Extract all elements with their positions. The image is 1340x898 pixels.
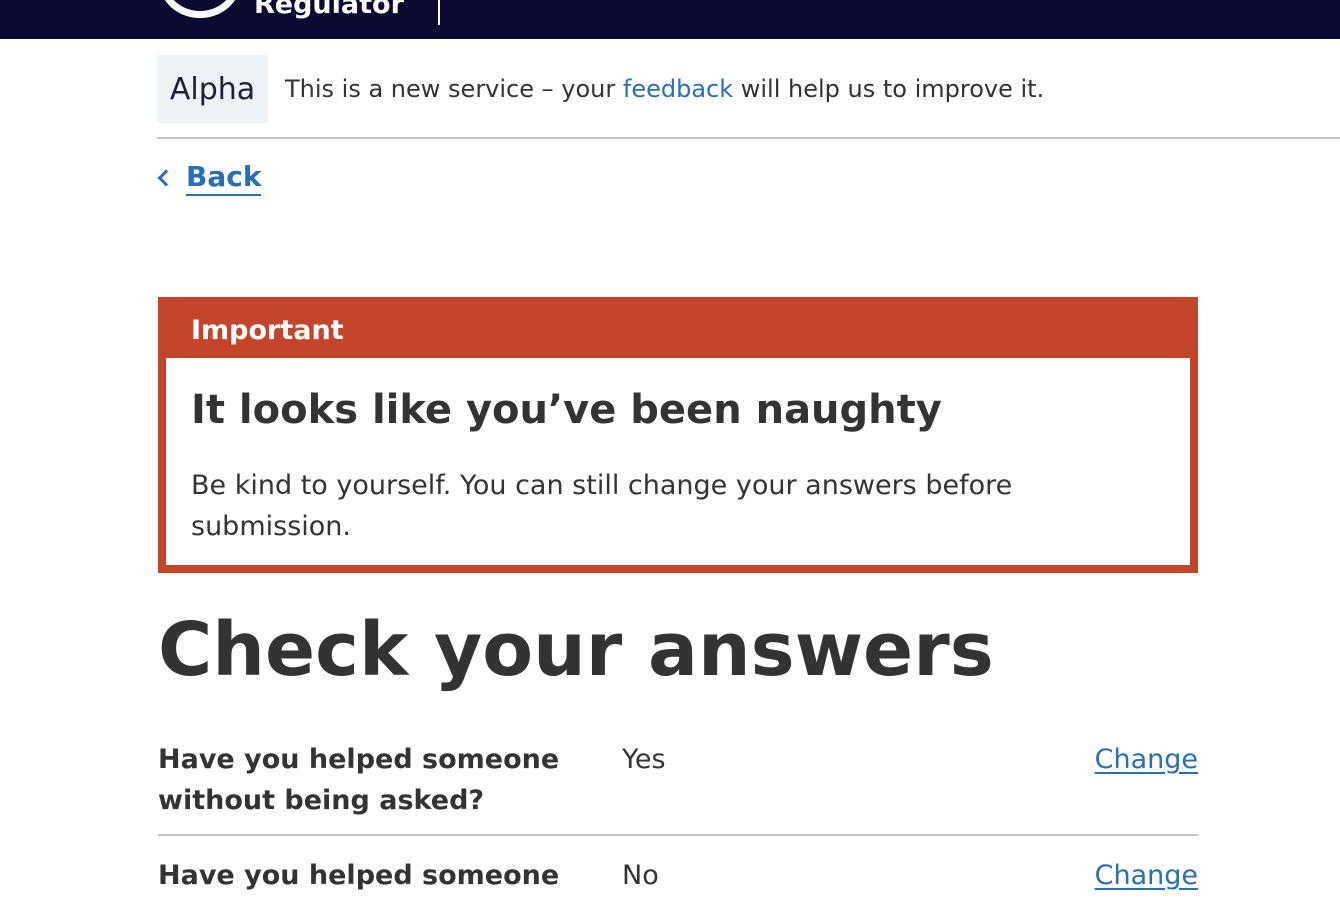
notification-header: Important [166, 305, 1190, 358]
site-header: Regulator [0, 0, 1340, 39]
back-link[interactable]: Back [155, 160, 262, 196]
notification-heading: It looks like you’ve been naughty [191, 387, 942, 433]
phase-banner-divider [157, 137, 1340, 139]
summary-question: Have you helped someone [158, 860, 560, 891]
summary-question: Have you helped someone without being as… [158, 744, 560, 816]
summary-answer: No [622, 860, 659, 891]
summary-row-divider [158, 834, 1198, 836]
phase-text-after: will help us to improve it. [733, 75, 1045, 103]
summary-row: Have you helped someone No Change [158, 855, 1198, 898]
change-answer-link[interactable]: Change [1095, 855, 1198, 896]
logo-icon[interactable] [160, 0, 240, 18]
important-notification: Important It looks like you’ve been naug… [158, 297, 1198, 573]
page-title: Check your answers [158, 607, 994, 693]
summary-answer: Yes [622, 744, 666, 775]
feedback-link[interactable]: feedback [623, 75, 733, 103]
notification-title: Important [191, 315, 344, 346]
phase-banner-text: This is a new service – your feedback wi… [285, 72, 1044, 106]
back-link-label: Back [186, 160, 262, 196]
phase-tag: Alpha [157, 55, 268, 123]
brand-name[interactable]: Regulator [254, 0, 404, 22]
summary-row: Have you helped someone without being as… [158, 739, 1198, 836]
header-divider [438, 0, 440, 25]
phase-text-before: This is a new service – your [285, 75, 623, 103]
change-answer-link[interactable]: Change [1095, 739, 1198, 780]
notification-body: Be kind to yourself. You can still chang… [191, 470, 1013, 542]
chevron-left-icon [157, 169, 175, 187]
